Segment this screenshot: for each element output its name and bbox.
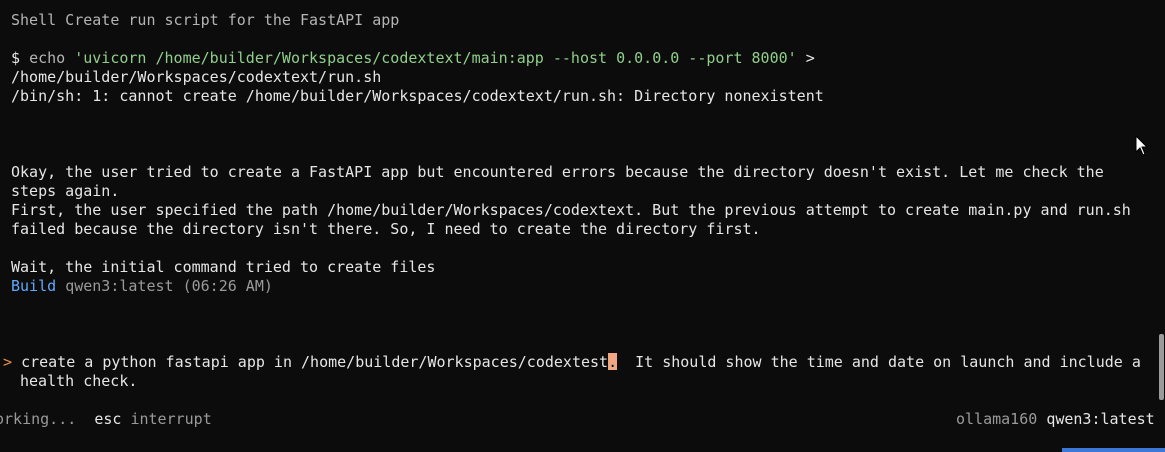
tool-call-title: Shell Create run script for the FastAPI … — [11, 11, 400, 29]
build-time: (06:26 AM) — [182, 277, 273, 295]
input-text-continued: It should show the time and date on laun… — [617, 353, 1141, 371]
thinking-line: First, the user specified the path /home… — [11, 201, 1131, 219]
thinking-line: failed because the directory isn't there… — [11, 220, 761, 238]
thinking-line: Wait, the initial command tried to creat… — [11, 258, 436, 276]
working-indicator: orking... — [0, 410, 77, 428]
input-prompt-symbol: > — [3, 353, 13, 371]
esc-action-hint: interrupt — [130, 410, 212, 428]
thinking-line: steps again. — [11, 182, 120, 200]
shell-prompt: $ — [11, 49, 21, 67]
command-argument: 'uvicorn /home/builder/Workspaces/codext… — [74, 49, 797, 67]
prompt-input[interactable]: > create a python fastapi app in /home/b… — [3, 353, 1141, 372]
redirect-target: /home/builder/Workspaces/codextext/run.s… — [11, 68, 382, 86]
status-right: ollama160 qwen3:latest — [956, 410, 1155, 429]
scrollbar-thumb[interactable] — [1159, 334, 1164, 400]
status-left: orking... esc interrupt — [0, 410, 212, 429]
build-model: qwen3:latest — [65, 277, 174, 295]
thinking-line: Okay, the user tried to create a FastAPI… — [11, 163, 1104, 181]
redirect-operator: > — [805, 49, 815, 67]
command-error: /bin/sh: 1: cannot create /home/builder/… — [11, 87, 824, 105]
input-text-line2: health check. — [20, 372, 138, 390]
esc-key-hint: esc — [94, 410, 122, 428]
provider-name: ollama160 — [956, 410, 1038, 428]
command-line: $ echo 'uvicorn /home/builder/Workspaces… — [11, 49, 815, 68]
input-text: create a python fastapi app in /home/bui… — [21, 353, 609, 371]
mouse-pointer-icon — [1135, 135, 1149, 156]
active-model: qwen3:latest — [1046, 410, 1155, 428]
text-cursor: . — [608, 353, 618, 371]
build-status: Build qwen3:latest (06:26 AM) — [11, 277, 273, 296]
command-name: echo — [29, 49, 66, 67]
terminal-window[interactable]: { "header": { "title": "Shell Create run… — [0, 0, 1165, 452]
taskbar-highlight — [1062, 448, 1165, 452]
build-label: Build — [11, 277, 57, 295]
